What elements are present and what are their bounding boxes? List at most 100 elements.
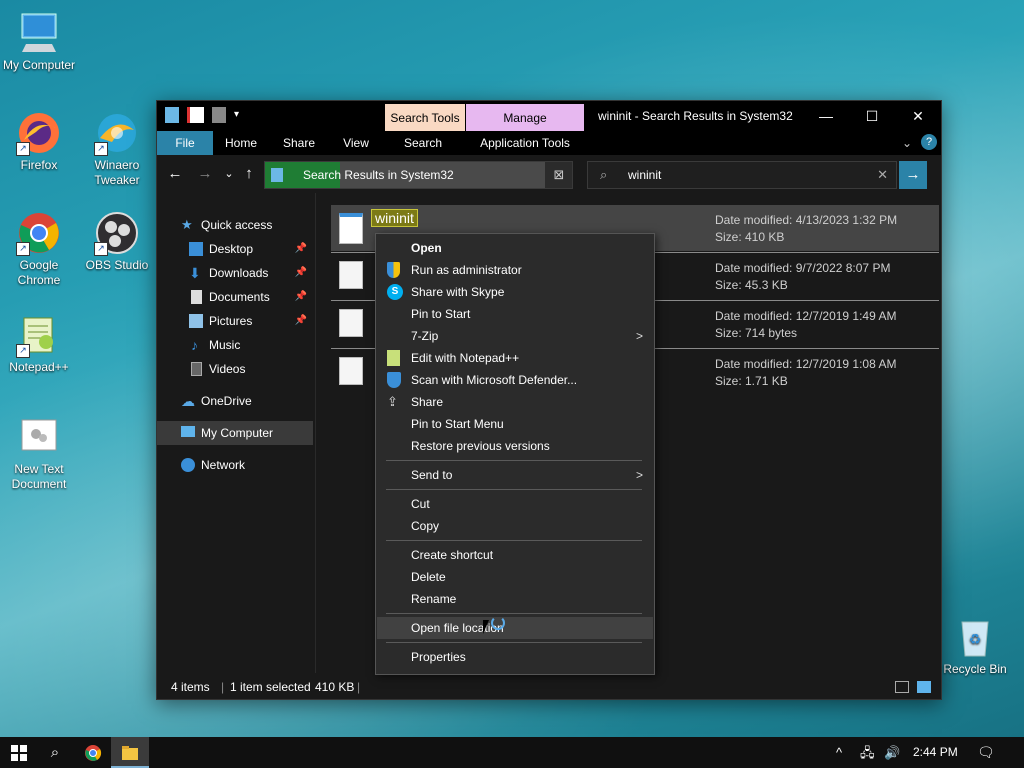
menu-item-run-as-administrator[interactable]: Run as administrator — [377, 259, 653, 281]
large-icons-view-icon[interactable] — [917, 681, 931, 693]
menu-item-send-to[interactable]: Send to > — [377, 464, 653, 486]
menu-item-properties[interactable]: Properties — [377, 646, 653, 668]
sidebar-item-desktop[interactable]: Desktop 📌 — [157, 237, 313, 261]
context-tab-manage[interactable]: Manage — [466, 104, 584, 132]
pin-icon[interactable]: 📌 — [295, 261, 307, 285]
desktop-folder-icon — [189, 242, 203, 256]
desktop-icon-label: New Text Document — [11, 462, 67, 491]
help-icon[interactable]: ? — [921, 134, 937, 150]
menu-item-delete[interactable]: Delete — [377, 566, 653, 588]
chevron-right-icon: > — [635, 329, 643, 343]
menu-item-copy[interactable]: Copy — [377, 515, 653, 537]
notepad-plus-plus-icon: ↗ — [16, 312, 62, 358]
taskbar: ⌕ ^ 🖧 🔊 2:44 PM 🗨 — [0, 737, 1024, 768]
maximize-button[interactable]: ☐ — [849, 101, 895, 131]
recycle-bin-icon: ♻ — [952, 614, 998, 660]
sidebar-item-network[interactable]: Network — [157, 453, 313, 477]
forward-arrow-icon[interactable]: → — [195, 165, 215, 183]
desktop-icon-recycle-bin[interactable]: ♻ Recycle Bin — [936, 614, 1014, 677]
tab-home[interactable]: Home — [217, 131, 265, 155]
sidebar-item-onedrive[interactable]: ☁ OneDrive — [157, 389, 313, 413]
show-hidden-icons-chevron-icon[interactable]: ^ — [836, 737, 842, 768]
desktop-icon-google-chrome[interactable]: ↗ Google Chrome — [0, 210, 78, 288]
menu-item-cut[interactable]: Cut — [377, 493, 653, 515]
folder-icon[interactable] — [165, 107, 179, 123]
menu-item-create-shortcut[interactable]: Create shortcut — [377, 544, 653, 566]
window-title: wininit - Search Results in System32 — [598, 109, 793, 123]
desktop-icon-winaero-tweaker[interactable]: ↗ Winaero Tweaker — [78, 110, 156, 188]
search-clear-icon[interactable]: ✕ — [877, 162, 888, 188]
tab-view[interactable]: View — [333, 131, 379, 155]
address-bar[interactable]: Search Results in System32 ⊠ — [264, 161, 573, 189]
search-go-arrow-icon[interactable]: → — [899, 161, 927, 189]
status-divider: | — [357, 680, 361, 694]
taskbar-file-explorer[interactable] — [111, 737, 149, 768]
tab-share[interactable]: Share — [275, 131, 323, 155]
start-button[interactable] — [0, 737, 38, 768]
sidebar-item-pictures[interactable]: Pictures 📌 — [157, 309, 313, 333]
menu-item-pin-to-start-menu[interactable]: Pin to Start Menu — [377, 413, 653, 435]
ribbon-tabs: File Home Share View Search Application … — [157, 131, 941, 155]
volume-icon[interactable]: 🔊 — [884, 737, 900, 768]
context-tab-search-tools[interactable]: Search Tools — [385, 104, 465, 132]
sidebar-item-downloads[interactable]: ⬇ Downloads 📌 — [157, 261, 313, 285]
menu-item-open-file-location[interactable]: Open file location — [377, 617, 653, 639]
search-button[interactable]: ⌕ — [36, 737, 74, 768]
desktop-icon-obs-studio[interactable]: ↗ OBS Studio — [78, 210, 156, 273]
tab-search[interactable]: Search — [393, 131, 453, 155]
sidebar-item-music[interactable]: ♪ Music — [157, 333, 313, 357]
notification-center-icon[interactable]: 🗨 — [977, 737, 995, 768]
back-arrow-icon[interactable]: ← — [165, 165, 185, 183]
pin-icon[interactable]: 📌 — [295, 285, 307, 309]
pin-icon[interactable]: 📌 — [295, 237, 307, 261]
chevron-down-icon[interactable]: ▾ — [234, 107, 248, 123]
up-arrow-icon[interactable]: ↑ — [239, 165, 259, 183]
network-tray-icon[interactable]: 🖧 — [860, 737, 875, 768]
new-folder-icon[interactable] — [212, 107, 226, 123]
menu-item-scan-with-defender[interactable]: Scan with Microsoft Defender... — [377, 369, 653, 391]
text-document-icon — [16, 414, 62, 460]
menu-item-share-with-skype[interactable]: S Share with Skype — [377, 281, 653, 303]
search-results-icon — [271, 168, 283, 182]
sidebar-item-videos[interactable]: Videos — [157, 357, 313, 381]
menu-item-share[interactable]: ⇪ Share — [377, 391, 653, 413]
minimize-button[interactable]: — — [803, 101, 849, 131]
search-box[interactable]: ⌕ wininit ✕ — [587, 161, 897, 189]
cloud-icon: ☁ — [181, 393, 195, 409]
taskbar-chrome[interactable] — [74, 737, 112, 768]
desktop-icon-new-text-document[interactable]: New Text Document — [0, 414, 78, 492]
clock[interactable]: 2:44 PM — [913, 737, 958, 768]
file-meta: Date modified: 12/7/2019 1:49 AM Size: 7… — [715, 309, 897, 340]
sidebar-item-documents[interactable]: Documents 📌 — [157, 285, 313, 309]
file-name: wininit — [371, 209, 418, 227]
properties-icon[interactable] — [187, 107, 204, 123]
menu-item-rename[interactable]: Rename — [377, 588, 653, 610]
details-view-icon[interactable] — [895, 681, 909, 693]
menu-item-open[interactable]: Open — [377, 237, 653, 259]
ribbon-expand-chevron-icon[interactable]: ⌄ — [897, 131, 917, 155]
tab-file[interactable]: File — [157, 131, 213, 155]
desktop-icon-firefox[interactable]: ↗ Firefox — [0, 110, 78, 173]
menu-item-restore-previous-versions[interactable]: Restore previous versions — [377, 435, 653, 457]
mouse-pointer-icon — [483, 620, 495, 634]
computer-icon — [16, 10, 62, 56]
menu-item-edit-with-notepad-plus-plus[interactable]: Edit with Notepad++ — [377, 347, 653, 369]
sidebar-item-quick-access[interactable]: ★ Quick access — [157, 213, 313, 237]
file-icon — [339, 309, 363, 337]
tab-application-tools[interactable]: Application Tools — [469, 131, 581, 155]
shortcut-arrow-icon: ↗ — [94, 142, 108, 156]
desktop-icon-my-computer[interactable]: My Computer — [0, 10, 78, 73]
menu-item-7-zip[interactable]: 7-Zip > — [377, 325, 653, 347]
pin-icon[interactable]: 📌 — [295, 309, 307, 333]
recent-locations-chevron-icon[interactable]: ⌄ — [219, 165, 239, 183]
menu-item-pin-to-start[interactable]: Pin to Start — [377, 303, 653, 325]
search-input[interactable]: wininit — [628, 162, 661, 188]
address-clear-icon[interactable]: ⊠ — [548, 165, 570, 185]
sidebar-item-my-computer[interactable]: My Computer — [157, 421, 313, 445]
close-button[interactable]: ✕ — [895, 101, 941, 131]
item-count: 4 items — [171, 680, 210, 694]
menu-divider — [386, 642, 642, 643]
desktop-icon-label: My Computer — [2, 58, 76, 72]
shortcut-arrow-icon: ↗ — [16, 242, 30, 256]
desktop-icon-notepad-plus-plus[interactable]: ↗ Notepad++ — [0, 312, 78, 375]
